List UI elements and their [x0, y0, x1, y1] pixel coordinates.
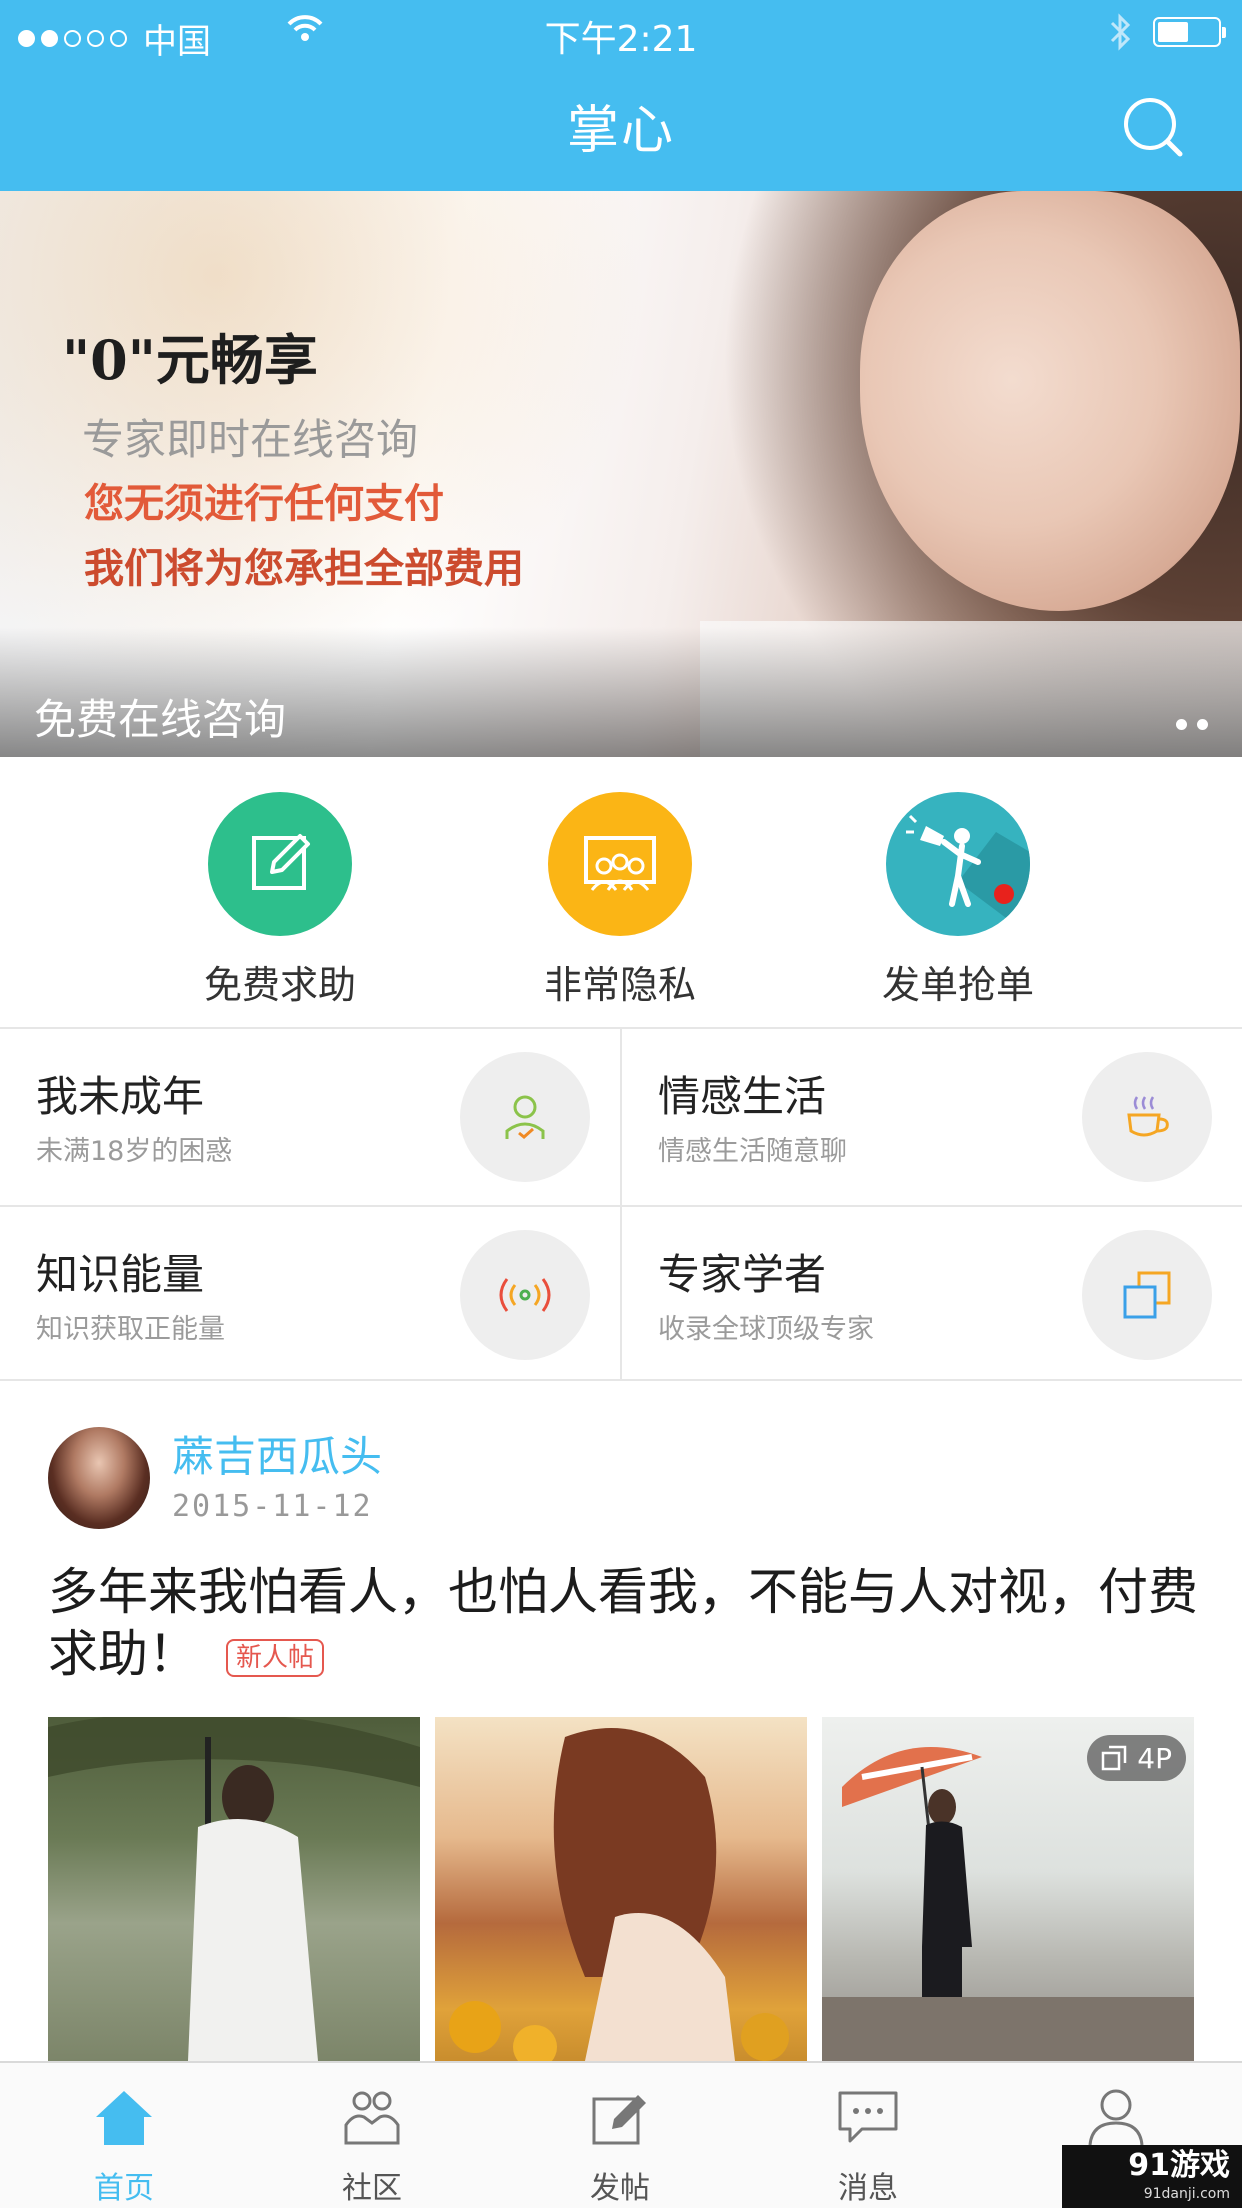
profile-icon [1066, 2081, 1166, 2153]
bottom-tab-bar: 首页 社区 发帖 消息 我的 [0, 2061, 1242, 2208]
post-date: 2015-11-12 [172, 1489, 373, 1524]
category-subtitle: 知识获取正能量 [36, 1314, 225, 1345]
tab-community[interactable]: 社区 [248, 2063, 496, 2208]
photo-count-badge: 4P [1087, 1735, 1186, 1781]
community-icon [322, 2081, 422, 2153]
page-title: 掌心 [566, 101, 675, 161]
quick-action-free-help[interactable]: 免费求助 [180, 792, 380, 1009]
quick-action-privacy[interactable]: 非常隐私 [520, 792, 720, 1009]
post-body: 多年来我怕看人，也怕人看我，不能与人对视，付费求助！ [48, 1563, 1198, 1683]
post-photo[interactable] [48, 1717, 420, 2061]
tab-compose[interactable]: 发帖 [496, 2063, 744, 2208]
quick-actions: 免费求助 非常隐私 发单抢单 [0, 757, 1242, 1027]
group-board-icon [548, 792, 692, 936]
quick-action-label: 发单抢单 [881, 963, 1034, 1007]
edit-icon [208, 792, 352, 936]
category-emotion[interactable]: 情感生活 情感生活随意聊 [622, 1029, 1242, 1205]
category-subtitle: 收录全球顶级专家 [658, 1314, 874, 1345]
tab-label: 消息 [838, 2171, 898, 2206]
post-photo[interactable]: 4P [822, 1717, 1194, 2061]
bluetooth-icon [1108, 12, 1134, 61]
message-icon [818, 2081, 918, 2153]
watermark-logo: 91游戏 91danji.com [1062, 2145, 1242, 2208]
new-user-tag: 新人帖 [226, 1638, 325, 1677]
quick-action-label: 非常隐私 [543, 963, 696, 1007]
category-subtitle: 未满18岁的困惑 [36, 1136, 233, 1167]
post-username[interactable]: 蔴吉西瓜头 [172, 1423, 382, 1484]
category-title: 专家学者 [658, 1250, 827, 1299]
broadcast-icon [460, 1230, 590, 1360]
post-card[interactable]: 蔴吉西瓜头 2015-11-12 多年来我怕看人，也怕人看我，不能与人对视，付费… [0, 1381, 1242, 2061]
category-title: 我未成年 [36, 1072, 205, 1121]
tab-label: 社区 [342, 2171, 402, 2206]
tab-home[interactable]: 首页 [0, 2063, 248, 2208]
category-grid: 我未成年 未满18岁的困惑 情感生活 情感生活随意聊 知识能量 知识获取正能量 … [0, 1027, 1242, 1381]
category-experts[interactable]: 专家学者 收录全球顶级专家 [622, 1207, 1242, 1383]
avatar[interactable] [48, 1427, 150, 1529]
banner-headline: "0"元畅享 [62, 328, 318, 392]
category-subtitle: 情感生活随意聊 [658, 1136, 847, 1167]
coffee-cup-icon [1082, 1052, 1212, 1182]
category-title: 知识能量 [36, 1250, 205, 1299]
banner-line-3: 您无须进行任何支付 [84, 480, 444, 527]
top-bar: 中国 下午2:21 掌心 [0, 0, 1242, 191]
banner-line-4: 我们将为您承担全部费用 [84, 545, 524, 592]
user-check-icon [460, 1052, 590, 1182]
battery-icon [1153, 17, 1226, 47]
compose-icon [570, 2081, 670, 2153]
quick-action-post-order[interactable]: 发单抢单 [858, 792, 1058, 1009]
copy-squares-icon [1082, 1230, 1212, 1360]
tab-label: 首页 [94, 2171, 154, 2206]
post-photos: 4P [48, 1717, 1194, 2061]
banner-pager[interactable] [1176, 719, 1208, 730]
photo-count-label: 4P [1137, 1741, 1172, 1775]
megaphone-person-icon [886, 792, 1030, 936]
tab-messages[interactable]: 消息 [744, 2063, 992, 2208]
watermark-site: 91danji.com [1143, 2186, 1230, 2202]
category-minor[interactable]: 我未成年 未满18岁的困惑 [0, 1029, 620, 1205]
tab-label: 发帖 [590, 2171, 650, 2206]
watermark-brand: 91游戏 [1128, 2148, 1230, 2183]
status-time: 下午2:21 [544, 19, 698, 60]
category-knowledge[interactable]: 知识能量 知识获取正能量 [0, 1207, 620, 1383]
post-text: 多年来我怕看人，也怕人看我，不能与人对视，付费求助！ 新人帖 [48, 1561, 1198, 1685]
search-icon [1124, 98, 1183, 157]
banner-caption: 免费在线咨询 [34, 695, 287, 744]
photo-stack-icon [1102, 1745, 1127, 1771]
quick-action-label: 免费求助 [203, 963, 356, 1007]
search-button[interactable] [1118, 92, 1188, 162]
category-title: 情感生活 [658, 1072, 827, 1121]
status-bar: 中国 下午2:21 [0, 0, 1242, 62]
banner-line-2: 专家即时在线咨询 [82, 415, 419, 464]
home-icon [74, 2081, 174, 2153]
post-photo[interactable] [435, 1717, 807, 2061]
promo-banner[interactable]: "0"元畅享 专家即时在线咨询 您无须进行任何支付 我们将为您承担全部费用 免费… [0, 191, 1242, 757]
